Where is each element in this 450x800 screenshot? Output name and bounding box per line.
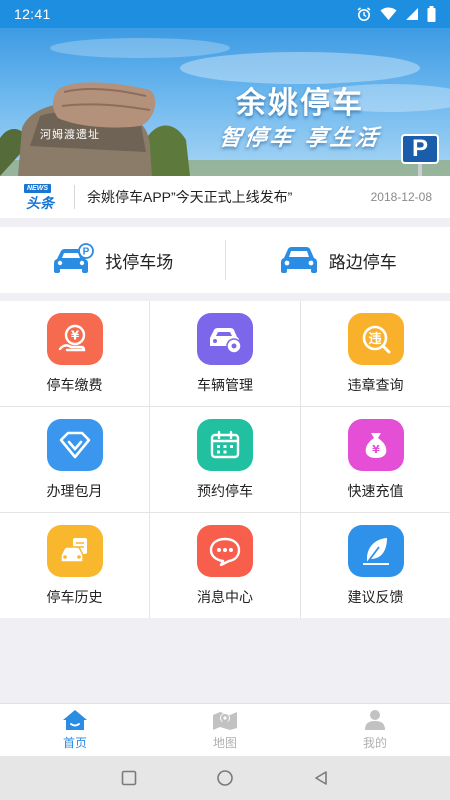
parking-sign-icon: P [401,134,439,164]
news-ticker[interactable]: NEWS 头条 余姚停车APP”今天正式上线发布” 2018-12-08 [0,176,450,218]
system-nav-bar [0,756,450,800]
car-settings-icon [197,312,253,365]
feather-icon [347,524,404,577]
service-message-center[interactable]: 消息中心 [150,513,300,618]
status-time: 12:41 [14,6,51,22]
svg-text:违: 违 [368,331,381,347]
violation-search-icon: 违 [347,312,404,365]
service-label: 停车历史 [46,588,103,605]
status-bar: 12:41 [0,0,450,28]
calendar-icon [197,418,253,471]
diamond-icon [46,418,103,471]
back-button[interactable] [309,766,333,790]
alarm-icon [357,7,371,21]
history-icon [46,524,103,577]
rock-inscription: 河姆渡遗址 [40,128,100,141]
tab-map-label: 地图 [212,736,237,750]
service-label: 违章查询 [347,376,404,393]
tab-home-label: 首页 [62,736,87,750]
message-icon [197,524,253,577]
service-violation-query[interactable]: 违 违章查询 [301,301,450,406]
service-monthly-pass[interactable]: 办理包月 [0,407,149,512]
banner-slogan: 智停车 享生活 [217,125,383,151]
service-parking-reservation[interactable]: 预约停车 [150,407,300,512]
svg-text:P: P [83,247,90,258]
map-icon [213,712,237,730]
money-bag-icon: ¥ [347,418,404,471]
news-divider [74,185,75,209]
banner-scenery [0,38,450,176]
bottom-tab-bar: 首页 地图 我的 [0,703,450,756]
tab-profile-label: 我的 [362,736,387,750]
parking-sign-pole [418,164,422,176]
service-parking-payment[interactable]: ¥ 停车缴费 [0,301,149,406]
service-parking-history[interactable]: 停车历史 [0,513,149,618]
signal-icon [406,8,418,20]
car-icon [280,247,317,273]
banner-title: 余姚停车 [236,86,364,121]
news-date: 2018-12-08 [370,190,432,204]
find-parking-lot-label: 找停车场 [105,252,174,272]
home-button[interactable] [213,766,237,790]
news-logo: NEWS 头条 [22,184,60,212]
find-parking-lot-button[interactable]: P 找停车场 [0,227,225,293]
home-icon [63,710,87,730]
battery-icon [427,6,436,22]
service-quick-recharge[interactable]: ¥ 快速充值 [301,407,450,512]
tab-profile[interactable]: 我的 [300,704,450,756]
street-parking-label: 路边停车 [328,252,397,272]
profile-icon [365,710,385,730]
service-vehicle-management[interactable]: 车辆管理 [150,301,300,406]
circle-icon [217,770,233,786]
back-triangle-icon [315,771,327,785]
service-grid: ¥ 停车缴费 车辆管理 违 违章查询 办理包月 预约停车 ¥ 快速充值 停车历史… [0,301,450,618]
news-logo-tag: NEWS [24,184,51,193]
service-label: 办理包月 [46,482,103,499]
payment-icon: ¥ [46,312,103,365]
service-label: 停车缴费 [46,376,103,393]
service-label: 建议反馈 [347,588,404,605]
promo-banner[interactable]: 河姆渡遗址 余姚停车 智停车 享生活 P [0,28,450,176]
street-parking-button[interactable]: 路边停车 [226,227,450,293]
quick-actions: P 找停车场 路边停车 [0,227,450,293]
wifi-icon [380,7,397,20]
service-label: 消息中心 [197,588,253,605]
service-label: 预约停车 [197,482,253,499]
svg-text:¥: ¥ [372,443,380,456]
service-label: 车辆管理 [197,376,253,393]
news-headline[interactable]: 余姚停车APP”今天正式上线发布” [87,187,371,207]
news-logo-word: 头条 [26,196,54,212]
service-label: 快速充值 [347,482,404,499]
square-icon [121,770,137,786]
tab-home[interactable]: 首页 [0,704,150,756]
recent-apps-button[interactable] [117,766,141,790]
svg-text:¥: ¥ [70,328,79,342]
car-parking-icon: P [54,243,95,273]
service-feedback[interactable]: 建议反馈 [301,513,450,618]
tab-map[interactable]: 地图 [150,704,300,756]
